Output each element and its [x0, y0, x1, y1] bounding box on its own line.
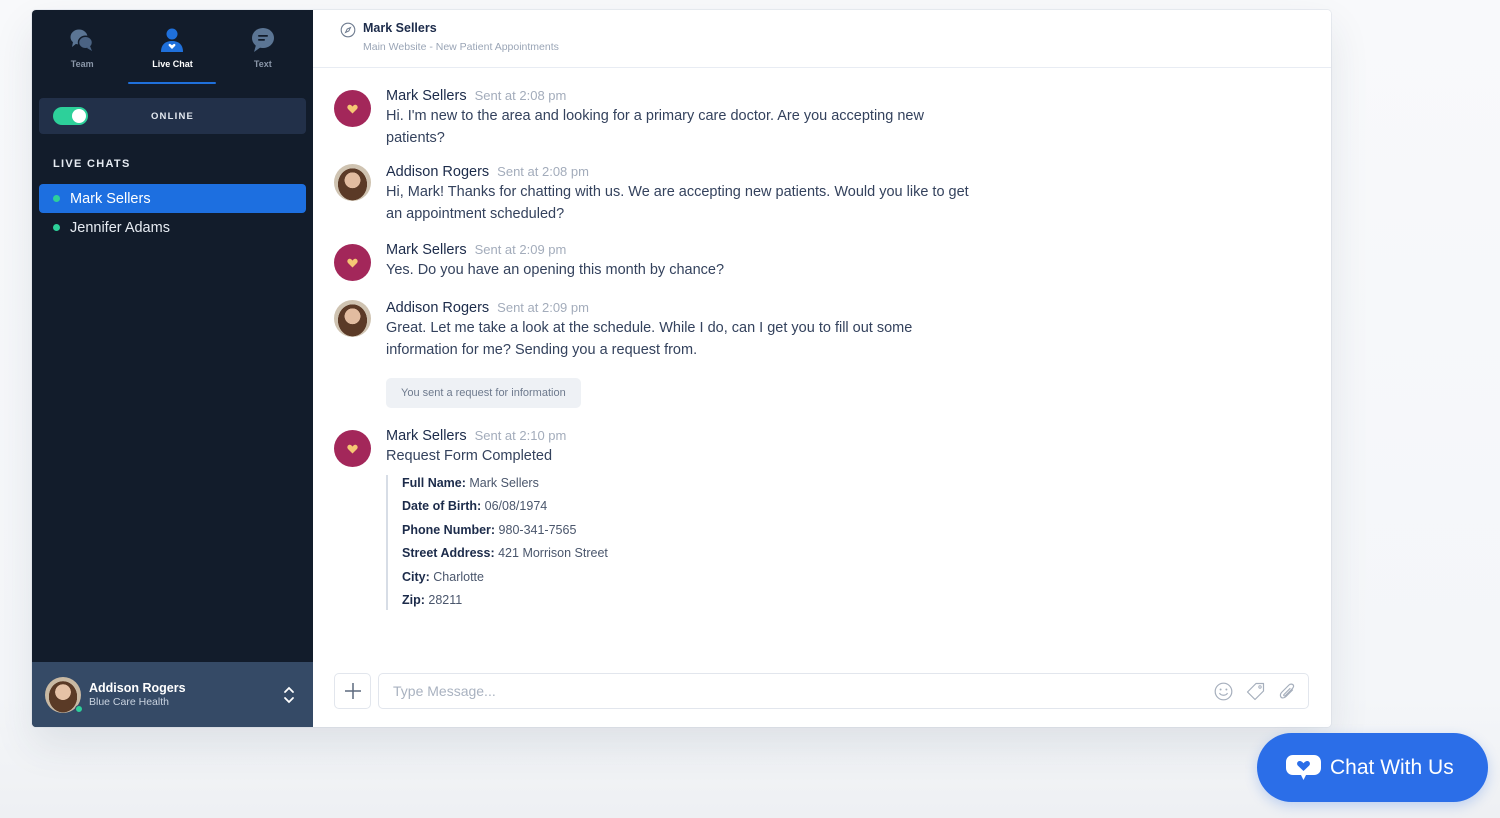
- message-time: Sent at 2:08 pm: [474, 88, 567, 103]
- tag-icon: [1246, 682, 1265, 701]
- launcher-label: Chat With Us: [1330, 755, 1454, 779]
- form-submission: Full Name: Mark Sellers Date of Birth: 0…: [386, 475, 1034, 610]
- smiley-icon: [1214, 682, 1233, 701]
- message-time: Sent at 2:09 pm: [497, 300, 589, 315]
- chat-item-name: Jennifer Adams: [70, 219, 170, 236]
- agent-profile[interactable]: Addison Rogers Blue Care Health: [32, 662, 313, 727]
- message: Mark Sellers Sent at 2:10 pm Request For…: [334, 428, 1034, 610]
- message: Mark Sellers Sent at 2:08 pm Hi. I'm new…: [334, 88, 1034, 164]
- message-text: Yes. Do you have an opening this month b…: [386, 262, 725, 278]
- message-time: Sent at 2:09 pm: [474, 242, 567, 257]
- live-chats-heading: LIVE CHATS: [53, 158, 131, 170]
- conversation-title: Mark Sellers: [363, 21, 437, 35]
- agent-avatar: [334, 300, 371, 337]
- tab-text[interactable]: Text: [219, 10, 307, 84]
- message-time: Sent at 2:08 pm: [497, 164, 589, 179]
- conversation-source: Main Website - New Patient Appointments: [363, 41, 559, 53]
- agent-avatar: [334, 164, 371, 201]
- form-field-value: 421 Morrison Street: [498, 546, 608, 561]
- message-text: Hi, Mark! Thanks for chatting with us. W…: [386, 184, 969, 222]
- form-field-label: Full Name:: [402, 476, 466, 490]
- presence-dot: [75, 704, 83, 713]
- tab-live-chat[interactable]: Live Chat: [128, 10, 217, 84]
- emoji-button[interactable]: [1214, 682, 1233, 701]
- compass-icon: [340, 22, 356, 38]
- form-field-value: 06/08/1974: [484, 499, 548, 514]
- message-text: Request Form Completed: [386, 448, 553, 464]
- heart-icon: [347, 104, 358, 113]
- plus-icon: [344, 683, 361, 699]
- agent-avatar: [45, 676, 83, 713]
- form-field: Phone Number: 980-341-7565: [402, 522, 1034, 545]
- attach-button[interactable]: [1278, 682, 1297, 701]
- message-text: Great. Let me take a look at the schedul…: [386, 320, 913, 358]
- live-chat-person-heart-icon: [161, 28, 184, 52]
- chat-header: Mark Sellers Main Website - New Patient …: [313, 10, 1331, 68]
- tab-team[interactable]: Team: [38, 10, 126, 84]
- chat-panel: Mark Sellers Main Website - New Patient …: [313, 10, 1331, 727]
- request-sent-notice: You sent a request for information: [386, 378, 581, 408]
- tab-live-chat-label: Live Chat: [152, 59, 193, 69]
- sender-name: Addison Rogers: [386, 164, 490, 180]
- visitor-avatar: [334, 244, 371, 281]
- message: Addison Rogers Sent at 2:08 pm Hi, Mark!…: [334, 164, 1034, 242]
- chat-heart-icon: [1286, 754, 1321, 780]
- message-list: Mark Sellers Sent at 2:08 pm Hi. I'm new…: [334, 88, 1034, 610]
- text-bubble-icon: [251, 28, 274, 52]
- form-field-label: City:: [402, 569, 430, 584]
- form-field-label: Date of Birth:: [402, 499, 482, 514]
- visitor-avatar: [334, 90, 371, 127]
- online-toggle[interactable]: [53, 107, 88, 125]
- tag-button[interactable]: [1246, 682, 1265, 701]
- form-field: Date of Birth: 06/08/1974: [402, 498, 1034, 521]
- heart-icon: [347, 444, 358, 453]
- live-chat-app: Team Live Chat Text ONLINE LIVE CHATS Ma…: [32, 10, 1331, 727]
- form-field-value: Mark Sellers: [469, 476, 539, 490]
- visitor-avatar: [334, 430, 371, 467]
- form-field-value: 28211: [428, 592, 463, 607]
- online-dot: [53, 224, 60, 231]
- sender-name: Mark Sellers: [386, 428, 467, 444]
- availability-bar: ONLINE: [39, 98, 306, 134]
- message: Addison Rogers Sent at 2:09 pm Great. Le…: [334, 300, 1034, 361]
- live-chats-list: Mark Sellers Jennifer Adams: [32, 184, 313, 242]
- paperclip-icon: [1279, 683, 1295, 699]
- add-attachment-button[interactable]: [334, 673, 371, 709]
- form-field: City: Charlotte: [402, 569, 1034, 592]
- composer-actions: [1214, 682, 1297, 701]
- message: Mark Sellers Sent at 2:09 pm Yes. Do you…: [334, 242, 1034, 300]
- chat-item-jennifer-adams[interactable]: Jennifer Adams: [39, 213, 306, 242]
- tab-text-label: Text: [253, 59, 272, 69]
- message-time: Sent at 2:10 pm: [474, 428, 567, 443]
- form-field: Full Name: Mark Sellers: [402, 475, 1034, 498]
- team-chat-bubbles-icon: [70, 29, 94, 51]
- form-field: Street Address: 421 Morrison Street: [402, 545, 1034, 568]
- sidebar: Team Live Chat Text ONLINE LIVE CHATS Ma…: [32, 10, 313, 727]
- agent-name: Addison Rogers: [89, 681, 186, 695]
- form-field-label: Zip:: [402, 592, 425, 607]
- form-field-label: Street Address:: [402, 546, 495, 561]
- agent-org: Blue Care Health: [89, 696, 169, 708]
- chevron-up-down-icon[interactable]: [283, 684, 295, 706]
- heart-icon: [347, 258, 358, 267]
- chat-with-us-button[interactable]: Chat With Us: [1257, 733, 1488, 802]
- sender-name: Mark Sellers: [386, 88, 467, 104]
- form-field-label: Phone Number:: [402, 522, 496, 537]
- message-input[interactable]: [378, 673, 1309, 709]
- tab-team-label: Team: [70, 59, 94, 69]
- sender-name: Addison Rogers: [386, 300, 490, 316]
- message-composer: [334, 673, 1309, 710]
- message-text: Hi. I'm new to the area and looking for …: [386, 108, 924, 146]
- chat-item-mark-sellers[interactable]: Mark Sellers: [39, 184, 306, 213]
- sender-name: Mark Sellers: [386, 242, 467, 258]
- form-field-value: 980-341-7565: [498, 522, 577, 537]
- form-field: Zip: 28211: [402, 592, 1034, 610]
- chat-item-name: Mark Sellers: [70, 190, 151, 207]
- online-dot: [53, 195, 60, 202]
- form-field-value: Charlotte: [433, 569, 484, 584]
- nav-tabs: Team Live Chat Text: [32, 10, 313, 84]
